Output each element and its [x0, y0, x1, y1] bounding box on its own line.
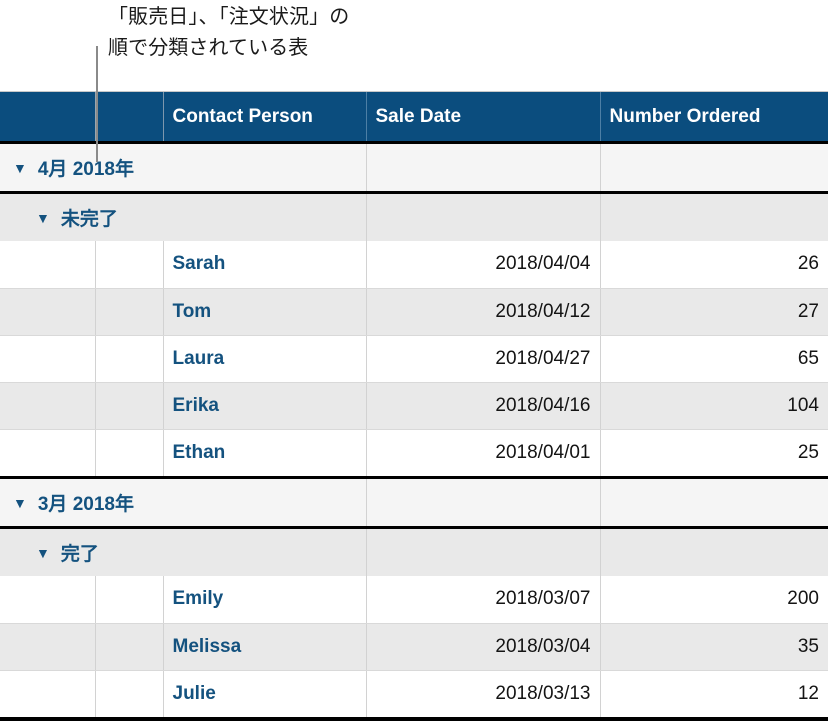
group-disclosure-cell[interactable]: ▼ 3月 2018年	[0, 479, 367, 526]
row-indent-cell	[95, 288, 164, 336]
group-disclosure-cell[interactable]: ▼ 未完了	[0, 194, 367, 241]
group-empty-date-cell	[366, 144, 601, 191]
chevron-down-icon[interactable]: ▼	[13, 496, 27, 510]
cell-number-ordered[interactable]: 65	[600, 335, 828, 383]
table-row[interactable]: Julie 2018/03/13 12	[0, 670, 828, 717]
callout-annotation: 「販売日」、「注文状況」の 順で分類されている表	[0, 0, 828, 94]
sorted-table: Contact Person Sale Date Number Ordered ▼ 4月…	[0, 91, 828, 717]
cell-contact-person[interactable]: Tom	[163, 288, 367, 336]
cell-sale-date[interactable]: 2018/03/04	[366, 623, 601, 671]
row-handle-cell[interactable]	[0, 382, 96, 430]
group-label: 3月 2018年	[37, 494, 134, 515]
cell-number-ordered[interactable]: 200	[600, 576, 828, 624]
group-header-row-level1[interactable]: ▼ 4月 2018年	[0, 144, 828, 191]
row-indent-cell	[95, 335, 164, 383]
row-indent-cell	[95, 241, 164, 289]
row-handle-cell[interactable]	[0, 576, 96, 624]
table-bottom-rule	[0, 717, 828, 721]
cell-contact-person[interactable]: Erika	[163, 382, 367, 430]
callout-leader-line	[96, 46, 98, 162]
chevron-down-icon[interactable]: ▼	[36, 211, 50, 225]
group-empty-date-cell	[366, 529, 601, 576]
group-label: 完了	[60, 544, 99, 565]
callout-text: 「販売日」、「注文状況」の 順で分類されている表	[108, 6, 350, 59]
row-indent-cell	[95, 623, 164, 671]
row-indent-cell	[95, 382, 164, 430]
cell-sale-date[interactable]: 2018/04/12	[366, 288, 601, 336]
row-handle-cell[interactable]	[0, 241, 96, 289]
table-row[interactable]: Erika 2018/04/16 104	[0, 382, 828, 430]
cell-number-ordered[interactable]: 35	[600, 623, 828, 671]
row-handle-cell[interactable]	[0, 335, 96, 383]
cell-number-ordered[interactable]: 104	[600, 382, 828, 430]
cell-sale-date[interactable]: 2018/04/04	[366, 241, 601, 289]
cell-contact-person[interactable]: Julie	[163, 670, 367, 717]
row-handle-cell[interactable]	[0, 429, 96, 476]
column-header-spacer[interactable]	[95, 92, 164, 141]
group-label: 未完了	[60, 209, 118, 230]
cell-number-ordered[interactable]: 12	[600, 670, 828, 717]
group-empty-num-cell	[600, 144, 828, 191]
group-empty-num-cell	[600, 529, 828, 576]
group-empty-date-cell	[366, 479, 601, 526]
row-handle-cell[interactable]	[0, 623, 96, 671]
cell-number-ordered[interactable]: 25	[600, 429, 828, 476]
group-disclosure-cell[interactable]: ▼ 完了	[0, 529, 367, 576]
row-indent-cell	[95, 670, 164, 717]
table-body: Contact Person Sale Date Number Ordered ▼ 4月…	[0, 92, 828, 717]
table-row[interactable]: Sarah 2018/04/04 26	[0, 241, 828, 289]
cell-contact-person[interactable]: Emily	[163, 576, 367, 624]
column-header-name[interactable]: Contact Person	[163, 92, 367, 141]
cell-contact-person[interactable]: Sarah	[163, 241, 367, 289]
cell-sale-date[interactable]: 2018/03/13	[366, 670, 601, 717]
cell-contact-person[interactable]: Laura	[163, 335, 367, 383]
group-disclosure-cell[interactable]: ▼ 4月 2018年	[0, 144, 367, 191]
group-label: 4月 2018年	[37, 159, 134, 180]
table-grid: Contact Person Sale Date Number Ordered ▼ 4月…	[0, 92, 828, 717]
row-indent-cell	[95, 576, 164, 624]
cell-sale-date[interactable]: 2018/04/27	[366, 335, 601, 383]
cell-contact-person[interactable]: Ethan	[163, 429, 367, 476]
row-handle-cell[interactable]	[0, 670, 96, 717]
row-indent-cell	[95, 429, 164, 476]
row-handle-cell[interactable]	[0, 288, 96, 336]
group-header-row-level1[interactable]: ▼ 3月 2018年	[0, 479, 828, 526]
column-header-date[interactable]: Sale Date	[366, 92, 601, 141]
chevron-down-icon[interactable]: ▼	[36, 546, 50, 560]
group-empty-num-cell	[600, 194, 828, 241]
group-header-row-level2[interactable]: ▼ 完了	[0, 529, 828, 576]
cell-number-ordered[interactable]: 27	[600, 288, 828, 336]
chevron-down-icon[interactable]: ▼	[13, 161, 27, 175]
cell-contact-person[interactable]: Melissa	[163, 623, 367, 671]
table-row[interactable]: Ethan 2018/04/01 25	[0, 429, 828, 476]
table-row[interactable]: Melissa 2018/03/04 35	[0, 623, 828, 671]
cell-sale-date[interactable]: 2018/04/16	[366, 382, 601, 430]
group-empty-num-cell	[600, 479, 828, 526]
table-row[interactable]: Tom 2018/04/12 27	[0, 288, 828, 336]
group-header-row-level2[interactable]: ▼ 未完了	[0, 194, 828, 241]
cell-sale-date[interactable]: 2018/03/07	[366, 576, 601, 624]
column-header-num[interactable]: Number Ordered	[600, 92, 828, 141]
cell-number-ordered[interactable]: 26	[600, 241, 828, 289]
cell-sale-date[interactable]: 2018/04/01	[366, 429, 601, 476]
table-row[interactable]: Laura 2018/04/27 65	[0, 335, 828, 383]
column-header-handle[interactable]	[0, 92, 96, 141]
table-header-row: Contact Person Sale Date Number Ordered	[0, 92, 828, 141]
table-row[interactable]: Emily 2018/03/07 200	[0, 576, 828, 624]
group-empty-date-cell	[366, 194, 601, 241]
